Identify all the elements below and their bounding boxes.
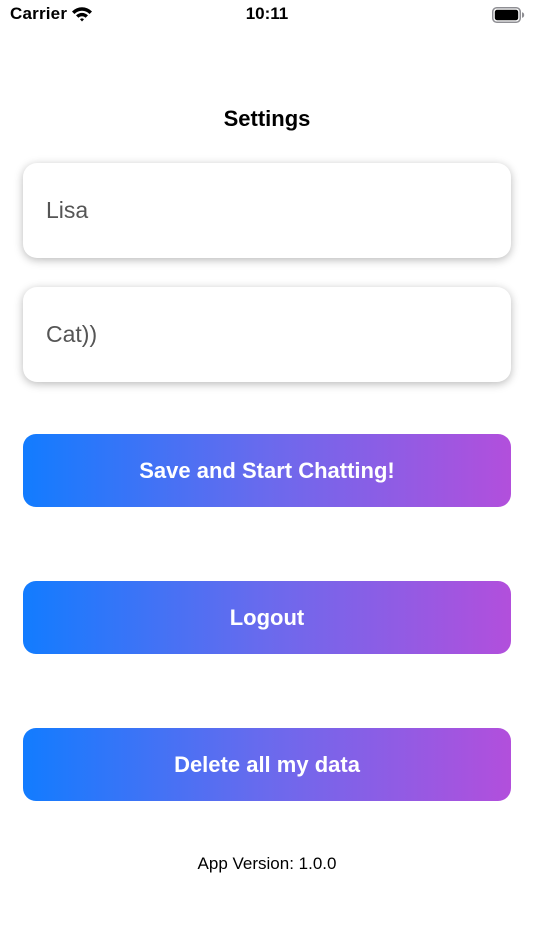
logout-button[interactable]: Logout [23,581,511,654]
app-version-label: App Version: 1.0.0 [197,854,337,873]
delete-all-data-button[interactable]: Delete all my data [23,728,511,801]
battery-icon [492,7,525,23]
name-input[interactable] [46,163,486,258]
status-time: 10:11 [245,4,289,23]
status-bar: Carrier 10:11 [0,0,534,30]
pet-field-container [23,287,511,382]
page-title: Settings [223,106,311,131]
save-and-start-chatting-button[interactable]: Save and Start Chatting! [23,434,511,507]
pet-input[interactable] [46,287,486,382]
name-field-container [23,163,511,258]
